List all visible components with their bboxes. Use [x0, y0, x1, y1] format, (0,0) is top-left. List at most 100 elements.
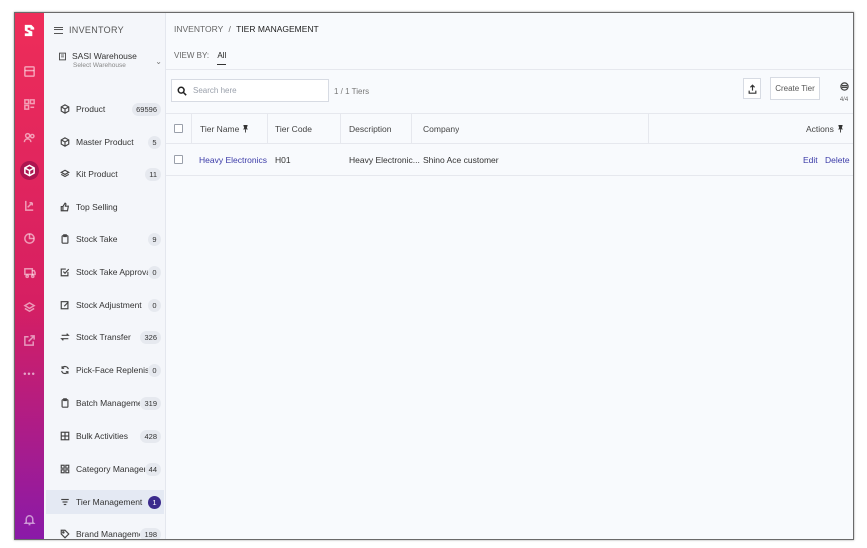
breadcrumb-current: TIER MANAGEMENT — [236, 24, 319, 34]
tag-icon — [59, 529, 70, 540]
app-window: ••• INVENTORY SASI Warehouse Select Ware… — [14, 12, 854, 540]
layers-icon — [59, 169, 70, 180]
header-tier-code[interactable]: Tier Code — [275, 114, 312, 143]
external-link-icon[interactable] — [20, 331, 39, 350]
clipboard-icon — [59, 234, 70, 245]
sidebar-item-label: Master Product — [76, 137, 134, 147]
count-badge: 11 — [145, 167, 161, 181]
menu-icon[interactable] — [54, 26, 63, 34]
chevron-down-icon[interactable]: ⌄ — [155, 57, 162, 66]
dashboard-icon[interactable] — [20, 62, 39, 81]
sidebar-item-top-selling[interactable]: Top Selling — [46, 195, 164, 219]
sidebar-item-kit-product[interactable]: Kit Product 11 — [46, 162, 164, 186]
sidebar-item-label: Stock Adjustment — [76, 300, 142, 310]
main-content: INVENTORY / TIER MANAGEMENT VIEW BY: All… — [166, 13, 853, 539]
sidebar-item-label: Stock Take Approval — [76, 267, 148, 277]
cube-icon — [59, 137, 70, 148]
delete-link[interactable]: Delete — [825, 144, 850, 175]
count-badge: 69596 — [132, 102, 161, 116]
sidebar-item-pick-face-replenish[interactable]: Pick-Face Replenish...0 — [46, 358, 164, 382]
reports-icon[interactable] — [20, 229, 39, 248]
sidebar-item-stock-take[interactable]: Stock Take 9 — [46, 227, 164, 251]
sidebar-item-batch-management[interactable]: Batch Management319 — [46, 391, 164, 415]
table-header-row: Tier Name Tier Code Description Company … — [166, 113, 853, 144]
more-icon[interactable]: ••• — [15, 369, 44, 379]
delivery-truck-icon[interactable] — [20, 263, 39, 282]
sidebar-item-label: Batch Management — [76, 398, 140, 408]
count-badge: 1 — [148, 495, 161, 509]
sidebar-item-label: Stock Transfer — [76, 332, 131, 342]
sidebar-item-master-product[interactable]: Master Product 5 — [46, 130, 164, 154]
edit-link[interactable]: Edit — [803, 144, 818, 175]
refresh-icon — [59, 365, 70, 376]
pin-icon[interactable] — [837, 124, 844, 133]
warehouse-icon — [59, 52, 66, 60]
category-icon — [59, 464, 70, 475]
view-by: VIEW BY: All — [174, 51, 226, 65]
pin-icon[interactable] — [242, 124, 249, 133]
sidebar-item-product[interactable]: Product 69596 — [46, 97, 164, 121]
inventory-icon[interactable] — [20, 161, 39, 180]
apps-icon[interactable] — [20, 95, 39, 114]
brand-logo-icon[interactable] — [20, 21, 39, 40]
sidebar-header: INVENTORY — [54, 25, 124, 35]
select-all-checkbox[interactable] — [174, 124, 183, 133]
header-description[interactable]: Description — [349, 114, 392, 143]
header-tier-name[interactable]: Tier Name — [200, 114, 249, 143]
sidebar-item-stock-take-approval[interactable]: Stock Take Approval 0 — [46, 260, 164, 284]
sidebar-item-category-managem[interactable]: Category Managem...44 — [46, 457, 164, 481]
layers-icon[interactable] — [20, 298, 39, 317]
count-badge: 198 — [140, 527, 161, 539]
cube-icon — [59, 104, 70, 115]
warehouse-selector[interactable]: SASI Warehouse Select Warehouse ⌄ — [58, 51, 162, 69]
count-badge: 319 — [140, 396, 161, 410]
search-box[interactable] — [171, 79, 329, 102]
clipboard-icon — [59, 398, 70, 409]
sidebar-title: INVENTORY — [69, 25, 124, 35]
sidebar-item-stock-adjustment[interactable]: Stock Adjustment 0 — [46, 293, 164, 317]
row-checkbox[interactable] — [174, 155, 183, 164]
icon-rail: ••• — [15, 13, 44, 539]
tier-code-cell: H01 — [275, 154, 291, 165]
sidebar-item-label: Category Managem... — [76, 464, 145, 474]
column-toggle[interactable]: 4/4 — [836, 78, 852, 103]
breadcrumb-separator: / — [228, 24, 231, 34]
notification-bell-icon[interactable] — [20, 510, 39, 529]
view-by-all-tab[interactable]: All — [217, 51, 226, 65]
search-icon — [177, 86, 187, 96]
count-badge: 44 — [144, 462, 161, 476]
sidebar-item-label: Product — [76, 104, 106, 114]
sidebar-item-label: Pick-Face Replenish... — [76, 365, 148, 375]
sidebar-item-label: Kit Product — [76, 169, 118, 179]
breadcrumb: INVENTORY / TIER MANAGEMENT — [174, 24, 319, 34]
sidebar-item-label: Bulk Activities — [76, 431, 128, 441]
users-icon[interactable] — [20, 128, 39, 147]
header-actions: Actions — [806, 114, 844, 143]
sidebar-item-brand-management[interactable]: Brand Management198 — [46, 522, 164, 540]
checkbox-icon — [59, 267, 70, 278]
sidebar-item-tier-management[interactable]: Tier Management 1 — [46, 490, 164, 514]
sidebar-item-label: Tier Management — [76, 497, 143, 507]
edit-icon — [59, 300, 70, 311]
thumbs-up-icon — [59, 202, 70, 213]
count-badge: 0 — [148, 298, 161, 312]
column-count: 4/4 — [839, 97, 849, 103]
count-badge: 9 — [148, 232, 161, 246]
count-badge: 428 — [140, 429, 161, 443]
breadcrumb-parent[interactable]: INVENTORY — [174, 24, 223, 34]
create-tier-button[interactable]: Create Tier — [770, 77, 820, 100]
orders-icon[interactable] — [20, 196, 39, 215]
sidebar-item-bulk-activities[interactable]: Bulk Activities 428 — [46, 424, 164, 448]
header-company[interactable]: Company — [423, 114, 459, 143]
warehouse-subtitle: Select Warehouse — [73, 62, 126, 69]
count-badge: 0 — [148, 363, 161, 377]
count-badge: 0 — [148, 265, 161, 279]
sidebar: INVENTORY SASI Warehouse Select Warehous… — [44, 13, 166, 539]
sidebar-item-stock-transfer[interactable]: Stock Transfer 326 — [46, 325, 164, 349]
export-button[interactable] — [743, 78, 761, 99]
count-badge: 326 — [140, 330, 161, 344]
search-input[interactable] — [193, 86, 323, 95]
transfer-icon — [59, 332, 70, 343]
divider — [166, 69, 853, 70]
tier-name-link[interactable]: Heavy Electronics — [199, 144, 267, 175]
